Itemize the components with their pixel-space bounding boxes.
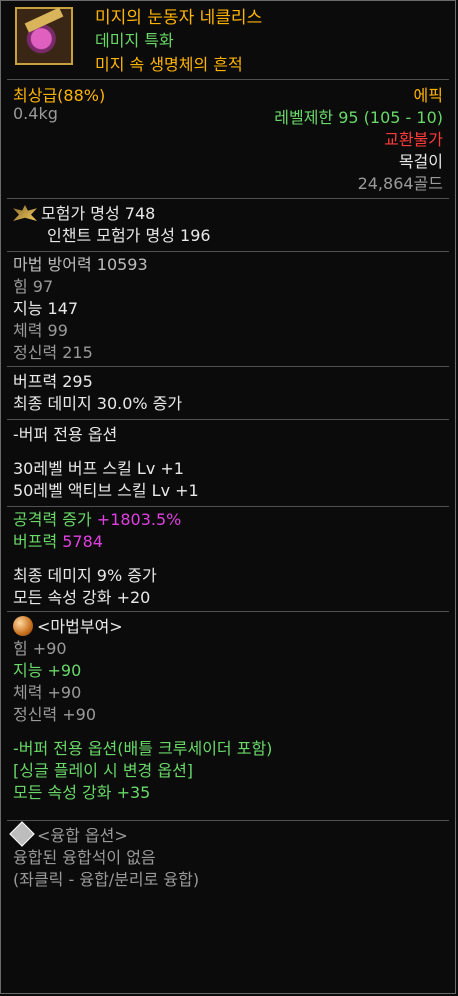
enchant-vit: 체력 +90 — [13, 683, 82, 702]
enchant-fame: 인챈트 모험가 명성 196 — [47, 226, 211, 245]
necklace-icon — [15, 7, 73, 65]
buffer-power-section: 공격력 증가 +1803.5% 버프력 5784 최종 데미지 9% 증가 모든… — [1, 507, 455, 611]
skill-50-bonus: 50레벨 액티브 스킬 Lv +1 — [13, 481, 199, 500]
stat-str: 힘 97 — [13, 277, 54, 296]
item-price: 24,864골드 — [357, 174, 443, 193]
single-play-option: [싱글 플레이 시 변경 옵션] — [13, 761, 194, 780]
enchant-str: 힘 +90 — [13, 639, 67, 658]
attack-increase-label: 공격력 증가 — [13, 510, 97, 529]
buff-power: 버프력 295 — [13, 372, 93, 391]
extra-final-damage: 최종 데미지 9% 증가 — [13, 566, 157, 585]
buff-power-label: 버프력 — [13, 532, 63, 551]
stat-spr: 정신력 215 — [13, 343, 93, 362]
buffer-option-section: -버퍼 전용 옵션 30레벨 버프 스킬 Lv +1 50레벨 액티브 스킬 L… — [1, 420, 455, 506]
item-subtitle-1: 데미지 특화 — [95, 31, 174, 50]
stat-magic-defense: 마법 방어력 10593 — [13, 255, 148, 274]
stats-section: 마법 방어력 10593 힘 97 지능 147 체력 99 정신력 215 — [1, 252, 455, 366]
enchant-int: 지능 +90 — [13, 661, 82, 680]
enchant-section: <마법부여> 힘 +90 지능 +90 체력 +90 정신력 +90 -버퍼 전… — [1, 612, 455, 808]
buffer-option-title: -버퍼 전용 옵션 — [13, 425, 118, 444]
item-name: 미지의 눈동자 네클리스 — [95, 8, 263, 28]
stat-vit: 체력 99 — [13, 321, 68, 340]
fusion-none: 융합된 융합석이 없음 — [13, 848, 156, 867]
fusion-section: <융합 옵션> 융합된 융합석이 없음 (좌클릭 - 융합/분리로 융합) — [1, 821, 455, 895]
item-weight: 0.4kg — [13, 104, 58, 123]
item-trade-status: 교환불가 — [384, 130, 443, 149]
enchant-title: <마법부여> — [37, 617, 123, 636]
buffer-option-2-title: -버퍼 전용 옵션(배틀 크루세이더 포함) — [13, 739, 273, 758]
item-rarity: 에픽 — [413, 86, 443, 105]
stat-int: 지능 147 — [13, 299, 79, 318]
item-info: 최상급(88%) 에픽 0.4kg 레벨제한 95 (105 - 10) 교환불… — [1, 80, 455, 193]
fusion-gem-icon — [9, 821, 35, 847]
enchant-orb-icon — [13, 616, 33, 636]
item-slot: 목걸이 — [398, 152, 443, 171]
buff-section: 버프력 295 최종 데미지 30.0% 증가 — [1, 367, 455, 419]
extra-element: 모든 속성 강화 +20 — [13, 588, 151, 607]
fame-section: 모험가 명성 748 인챈트 모험가 명성 196 — [1, 199, 455, 251]
enchant-spr: 정신력 +90 — [13, 705, 97, 724]
fusion-hint: (좌클릭 - 융합/분리로 융합) — [13, 870, 200, 889]
buff-power-value: 5784 — [62, 532, 103, 551]
fusion-title: <융합 옵션> — [37, 826, 128, 845]
buffer-option-2-element: 모든 속성 강화 +35 — [13, 783, 151, 802]
fame-icon — [13, 205, 37, 221]
skill-30-bonus: 30레벨 버프 스킬 Lv +1 — [13, 459, 184, 478]
final-damage: 최종 데미지 30.0% 증가 — [13, 394, 183, 413]
item-grade: 최상급(88%) — [13, 86, 106, 105]
item-header: 미지의 눈동자 네클리스 데미지 특화 미지 속 생명체의 흔적 — [1, 1, 455, 79]
adventurer-fame: 모험가 명성 748 — [41, 204, 156, 223]
item-subtitle-2: 미지 속 생명체의 흔적 — [95, 55, 243, 74]
item-tooltip: 미지의 눈동자 네클리스 데미지 특화 미지 속 생명체의 흔적 최상급(88%… — [0, 0, 456, 994]
item-level-limit: 레벨제한 95 (105 - 10) — [274, 108, 443, 127]
attack-increase-value: +1803.5% — [96, 510, 182, 529]
